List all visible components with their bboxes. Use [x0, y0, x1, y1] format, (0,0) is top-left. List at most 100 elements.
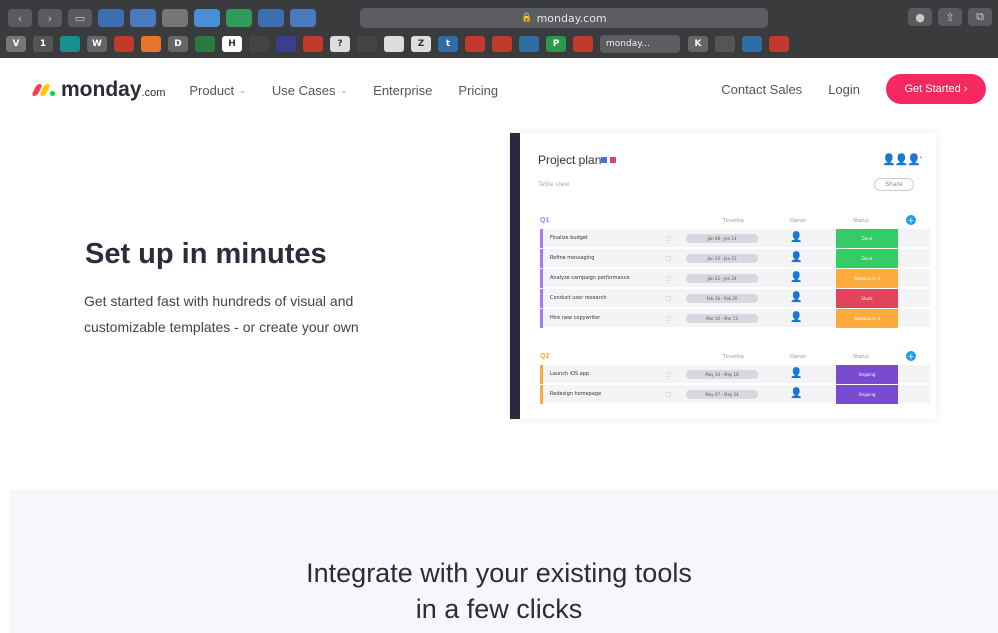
extension-icon[interactable] — [258, 9, 284, 27]
browser-chrome: ‹ › ▭ 🔒 monday.com ● ⇧ ⧉ V 1 W D H ? Z t… — [0, 0, 998, 58]
nav-product[interactable]: Product ⌄ — [189, 83, 246, 98]
nav-enterprise[interactable]: Enterprise — [373, 83, 432, 98]
owner-avatar: 👤 — [790, 252, 802, 263]
bookmark-icon[interactable]: V — [6, 36, 26, 52]
owner-avatar: 👤 — [790, 312, 802, 323]
tab-label: monday... — [606, 39, 650, 49]
group-color-bar — [540, 385, 543, 404]
board-row: Hire new copywriter ▢ Mar 10 - Mar 13 👤 Work… — [540, 309, 930, 328]
bookmark-icon[interactable] — [195, 36, 215, 52]
board-row: Redesign homepage ▢ May 07 - May 24 👤 Ongoin… — [540, 385, 930, 404]
integrations-title-line: in a few clicks — [415, 594, 583, 624]
bookmark-icon[interactable] — [742, 36, 762, 52]
contact-sales-link[interactable]: Contact Sales — [721, 82, 802, 97]
group-color-bar — [540, 269, 543, 288]
bookmark-icon[interactable]: P — [546, 36, 566, 52]
bookmark-icon[interactable] — [141, 36, 161, 52]
row-name: Refine messaging — [550, 255, 595, 261]
bookmark-icon[interactable] — [573, 36, 593, 52]
forward-button[interactable]: › — [38, 9, 62, 27]
extension-icon[interactable] — [226, 9, 252, 27]
active-tab[interactable]: monday... — [600, 35, 680, 53]
get-started-button[interactable]: Get Started › — [886, 74, 986, 104]
nav-label: Pricing — [458, 82, 499, 98]
logo-suffix: .com — [141, 87, 166, 99]
site-nav: monday .com Product ⌄ Use Cases ⌄ Enterpri… — [22, 68, 998, 112]
bookmark-icon[interactable] — [249, 36, 269, 52]
bookmark-icon[interactable] — [769, 36, 789, 52]
bookmark-icon[interactable]: ? — [330, 36, 350, 52]
bookmark-icon[interactable]: Z — [411, 36, 431, 52]
column-header-status: Status — [853, 354, 869, 360]
group-color-bar — [540, 365, 543, 384]
bookmark-icon[interactable]: W — [87, 36, 107, 52]
status-badge: Working on it — [836, 269, 898, 288]
bookmark-icon[interactable] — [519, 36, 539, 52]
bookmark-icon[interactable] — [60, 36, 80, 52]
board-row: Finalize budget ▢ Jan 08 - Jan 14 👤 Done — [540, 229, 930, 248]
share-icon[interactable]: ⇧ — [938, 8, 962, 26]
monday-logo[interactable]: monday .com — [31, 78, 166, 102]
board-row: Analyze campaign performance ▢ Jan 22 - Ja… — [540, 269, 930, 288]
row-timeline: Jan 22 - Jan 24 — [686, 274, 758, 283]
nav-use-cases[interactable]: Use Cases ⌄ — [272, 83, 347, 98]
bookmark-icon[interactable] — [114, 36, 134, 52]
owner-avatar: 👤 — [790, 272, 802, 283]
bookmark-icon[interactable]: t — [438, 36, 458, 52]
row-name: Analyze campaign performance — [550, 275, 630, 281]
bookmark-icon[interactable]: D — [168, 36, 188, 52]
hero-subtitle: Get started fast with hundreds of visual… — [84, 288, 424, 340]
back-button[interactable]: ‹ — [8, 9, 32, 27]
logo-text: monday — [61, 78, 142, 101]
bookmark-icon[interactable] — [384, 36, 404, 52]
extension-icon[interactable] — [130, 9, 156, 27]
status-badge: Done — [836, 229, 898, 248]
bookmark-icon[interactable] — [276, 36, 296, 52]
bookmark-icon[interactable] — [465, 36, 485, 52]
bookmark-icon[interactable]: 1 — [33, 36, 53, 52]
row-timeline: Feb 16 - Feb 20 — [686, 294, 758, 303]
board-row: Launch iOS app ▢ May 14 - May 18 👤 Ongoing — [540, 365, 930, 384]
address-bar[interactable]: 🔒 monday.com — [360, 8, 768, 28]
bookmark-icon[interactable] — [357, 36, 377, 52]
status-badge: Working on it — [836, 309, 898, 328]
download-icon[interactable]: ● — [908, 8, 932, 26]
extension-icon[interactable] — [290, 9, 316, 27]
row-timeline: May 14 - May 18 — [686, 370, 758, 379]
group-label: Q1 — [540, 217, 550, 224]
comment-icon: ▢ — [666, 235, 672, 242]
board-icon — [601, 157, 607, 163]
add-column-icon: + — [906, 351, 916, 361]
group-color-bar — [540, 229, 543, 248]
bookmark-icon[interactable] — [715, 36, 735, 52]
row-name: Conduct user research — [550, 295, 607, 301]
bookmarks-bar: V 1 W D H ? Z t P monday... K — [6, 34, 998, 54]
comment-icon: ▢ — [666, 391, 672, 398]
nav-label: Use Cases — [271, 82, 336, 98]
bookmark-icon[interactable]: H — [222, 36, 242, 52]
status-badge: Ongoing — [836, 385, 898, 404]
extension-icon[interactable] — [98, 9, 124, 27]
tabs-icon[interactable]: ⧉ — [968, 8, 992, 26]
sidebar-toggle-icon[interactable]: ▭ — [68, 9, 92, 27]
row-name: Finalize budget — [550, 235, 588, 241]
hero-subtitle-line: customizable templates - or create your … — [84, 319, 359, 335]
comment-icon: ▢ — [666, 275, 672, 282]
bookmark-icon[interactable]: K — [688, 36, 708, 52]
bookmark-icon[interactable] — [303, 36, 323, 52]
owner-avatar: 👤 — [790, 368, 802, 379]
row-name: Hire new copywriter — [550, 315, 601, 321]
login-link[interactable]: Login — [828, 82, 860, 97]
bookmark-icon[interactable] — [492, 36, 512, 52]
comment-icon: ▢ — [666, 295, 672, 302]
group-color-bar — [540, 309, 543, 328]
extension-icon[interactable] — [162, 9, 188, 27]
comment-icon: ▢ — [666, 315, 672, 322]
owner-avatar: 👤 — [790, 388, 802, 399]
browser-toolbar: ‹ › ▭ 🔒 monday.com ● ⇧ ⧉ — [8, 6, 998, 30]
url-text: monday.com — [536, 11, 607, 25]
nav-pricing[interactable]: Pricing — [458, 83, 498, 98]
group-color-bar — [540, 289, 543, 308]
extension-icon[interactable] — [194, 9, 220, 27]
board-icon — [610, 157, 616, 163]
